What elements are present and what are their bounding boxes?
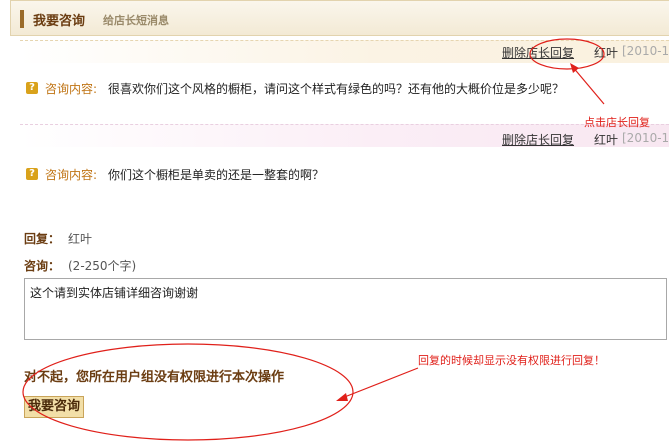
annotation-arrowhead: [570, 63, 579, 73]
annotation-note: 点击店长回复: [584, 116, 650, 129]
annotation-ellipse: [22, 343, 354, 441]
annotation-layer: [22, 38, 605, 441]
annotation-ellipse: [529, 38, 605, 70]
annotation-arrow: [571, 65, 605, 105]
annotation-arrowhead: [336, 393, 348, 401]
annotation-arrow: [341, 367, 419, 399]
annotation-note: 回复的时候却显示没有权限进行回复！: [418, 354, 605, 367]
